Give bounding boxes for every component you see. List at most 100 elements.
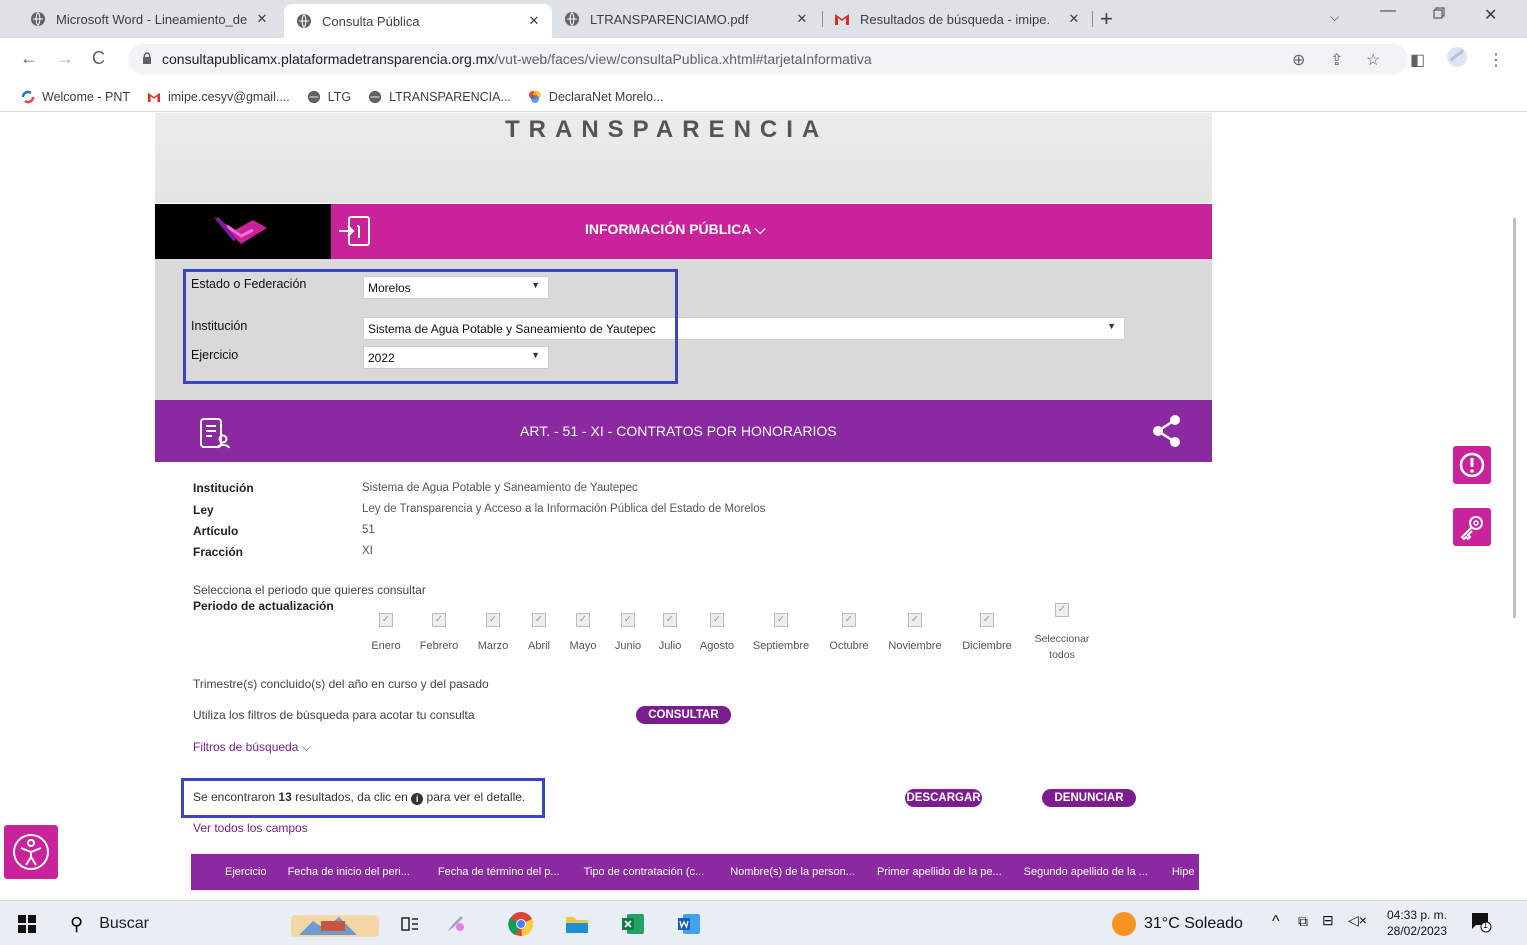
pnt-logo[interactable] [155, 204, 331, 259]
url-text: consultapublicamx.plataformadetransparen… [162, 51, 872, 67]
results-summary: Se encontraron 13 resultados, da clic en… [193, 790, 525, 805]
close-icon[interactable]: ✕ [254, 11, 270, 27]
tab-search-chevron-icon[interactable]: ⌵ [1330, 10, 1339, 25]
new-tab-icon[interactable]: + [1100, 6, 1113, 32]
alert-icon[interactable] [1453, 446, 1491, 484]
excel-icon[interactable] [618, 909, 648, 939]
share-icon[interactable]: ⇪ [1330, 50, 1343, 70]
globe-icon [564, 11, 580, 27]
hero-banner: TRANSPARENCIA [155, 113, 1212, 203]
tray-chevron-up-icon[interactable]: ^ [1272, 913, 1280, 931]
tab-gmail[interactable]: Resultados de búsqueda - imipe. ✕ [822, 0, 1092, 38]
weather-widget[interactable]: 31°C Soleado [1112, 909, 1252, 939]
filtros-label: Filtros de búsqueda [193, 740, 299, 754]
bookmark-label: imipe.cesyv@gmail.... [167, 89, 290, 104]
windows-start-icon[interactable] [12, 909, 42, 939]
notification-count: 1 [1483, 920, 1489, 930]
paint-app-icon[interactable] [440, 909, 470, 939]
column-header[interactable]: Hipe [1172, 866, 1195, 878]
window-close-icon[interactable]: ✕ [1484, 5, 1497, 25]
denunciar-button[interactable]: DENUNCIAR [1042, 789, 1136, 807]
tab-consulta-publica[interactable]: Consulta Pública ✕ [284, 4, 552, 38]
select-all-checkbox[interactable]: ✓ [1055, 603, 1069, 617]
bookmark-ltransparencia[interactable]: LTRANSPARENCIA... [367, 89, 511, 105]
period-prompt: Selecciona el periodo que quieres consul… [193, 583, 426, 597]
tab-word-doc[interactable]: Microsoft Word - Lineamiento_de ✕ [18, 0, 280, 38]
network-icon[interactable]: ⊟ [1322, 912, 1334, 929]
forward-icon[interactable]: → [56, 48, 74, 69]
tab-pdf[interactable]: LTRANSPARENCIAMO.pdf ✕ [552, 0, 820, 38]
taskbar-search[interactable]: ⚲ Buscar [70, 909, 290, 939]
zoom-icon[interactable]: ⊕ [1292, 50, 1305, 70]
informacion-publica-label: INFORMACIÓN PÚBLICA [585, 221, 751, 237]
page-content: TRANSPARENCIA INFORMACIÓN PÚBLICA ⌵ Esta… [0, 113, 1527, 900]
chevron-down-icon: ⌵ [301, 740, 311, 754]
ver-todos-campos-link[interactable]: Ver todos los campos [193, 821, 308, 835]
share-icon[interactable] [1152, 414, 1182, 453]
filters-highlight-box [183, 269, 678, 384]
detail-ley-label: Ley [193, 503, 214, 517]
month-label: Noviembre [888, 640, 942, 652]
key-tool-icon[interactable] [1453, 508, 1491, 546]
month-checkbox[interactable]: ✓ [710, 613, 724, 627]
close-icon[interactable]: ✕ [794, 11, 810, 27]
close-icon[interactable]: ✕ [526, 13, 542, 29]
filtros-busqueda-link[interactable]: Filtros de búsqueda ⌵ [193, 740, 311, 755]
column-header[interactable]: Fecha de inicio del peri... [288, 866, 410, 878]
month-checkbox[interactable]: ✓ [576, 613, 590, 627]
globe-icon [296, 13, 312, 29]
back-icon[interactable]: ← [20, 48, 38, 69]
month-checkbox[interactable]: ✓ [842, 613, 856, 627]
month-checkbox[interactable]: ✓ [908, 613, 922, 627]
month-checkbox[interactable]: ✓ [621, 613, 635, 627]
informacion-publica-menu[interactable]: INFORMACIÓN PÚBLICA ⌵ [585, 221, 765, 238]
month-checkbox[interactable]: ✓ [486, 613, 500, 627]
select-all-line1: Seleccionar [1034, 633, 1090, 645]
descargar-button[interactable]: DESCARGAR [905, 789, 982, 807]
bookmark-ltg[interactable]: LTG [306, 89, 351, 105]
month-checkbox[interactable]: ✓ [379, 613, 393, 627]
tab-title: LTRANSPARENCIAMO.pdf [590, 11, 749, 27]
bookmarks-bar: Welcome - PNT imipe.cesyv@gmail.... LTG … [0, 82, 1527, 112]
volume-icon[interactable]: ◁× [1348, 912, 1367, 929]
enter-info-icon[interactable] [337, 214, 373, 253]
results-prefix: Se encontraron [193, 790, 276, 804]
globe-icon [30, 11, 46, 27]
article-bar: ART. - 51 - XI - CONTRATOS POR HONORARIO… [155, 400, 1212, 462]
column-header[interactable]: Nombre(s) de la person... [730, 866, 855, 878]
restore-icon[interactable] [1433, 6, 1445, 24]
accessibility-icon[interactable] [4, 825, 58, 879]
profile-avatar-icon[interactable] [1446, 46, 1468, 73]
tray-device-icon[interactable]: ⧉ [1298, 913, 1308, 930]
clock[interactable]: 04:33 p. m. 28/02/2023 [1382, 907, 1452, 939]
minimize-icon[interactable]: — [1380, 2, 1396, 20]
column-header[interactable]: Ejercicio [225, 866, 267, 878]
month-checkbox[interactable]: ✓ [432, 613, 446, 627]
notification-icon[interactable]: 1 [1470, 911, 1492, 938]
side-panel-icon[interactable]: ◧ [1410, 50, 1425, 70]
bookmark-gmail[interactable]: imipe.cesyv@gmail.... [146, 89, 290, 105]
reload-icon[interactable]: C [92, 48, 105, 69]
bookmark-welcome-pnt[interactable]: Welcome - PNT [20, 89, 130, 105]
column-header[interactable]: Tipo de contratación (c... [584, 866, 705, 878]
task-view-icon[interactable] [398, 909, 422, 939]
tab-title: Consulta Pública [322, 13, 420, 29]
word-icon[interactable] [674, 909, 704, 939]
month-checkbox[interactable]: ✓ [532, 613, 546, 627]
file-explorer-icon[interactable] [562, 909, 592, 939]
column-header[interactable]: Segundo apellido de la ... [1024, 866, 1148, 878]
chrome-icon[interactable] [506, 909, 536, 939]
page-scrollbar[interactable] [1513, 218, 1516, 618]
month-checkbox[interactable]: ✓ [663, 613, 677, 627]
month-checkbox[interactable]: ✓ [980, 613, 994, 627]
bookmark-star-icon[interactable]: ☆ [1366, 50, 1380, 70]
omnibox[interactable]: consultapublicamx.plataformadetransparen… [128, 44, 1408, 74]
month-checkbox[interactable]: ✓ [774, 613, 788, 627]
column-header[interactable]: Fecha de término del p... [438, 866, 560, 878]
bookmark-declaranet[interactable]: DeclaraNet Morelo... [527, 89, 664, 105]
consultar-button[interactable]: CONSULTAR [636, 706, 731, 724]
column-header[interactable]: Primer apellido de la pe... [877, 866, 1002, 878]
menu-kebab-icon[interactable]: ⋮ [1488, 50, 1504, 70]
news-widget-icon[interactable] [290, 909, 380, 939]
close-icon[interactable]: ✕ [1066, 11, 1082, 27]
